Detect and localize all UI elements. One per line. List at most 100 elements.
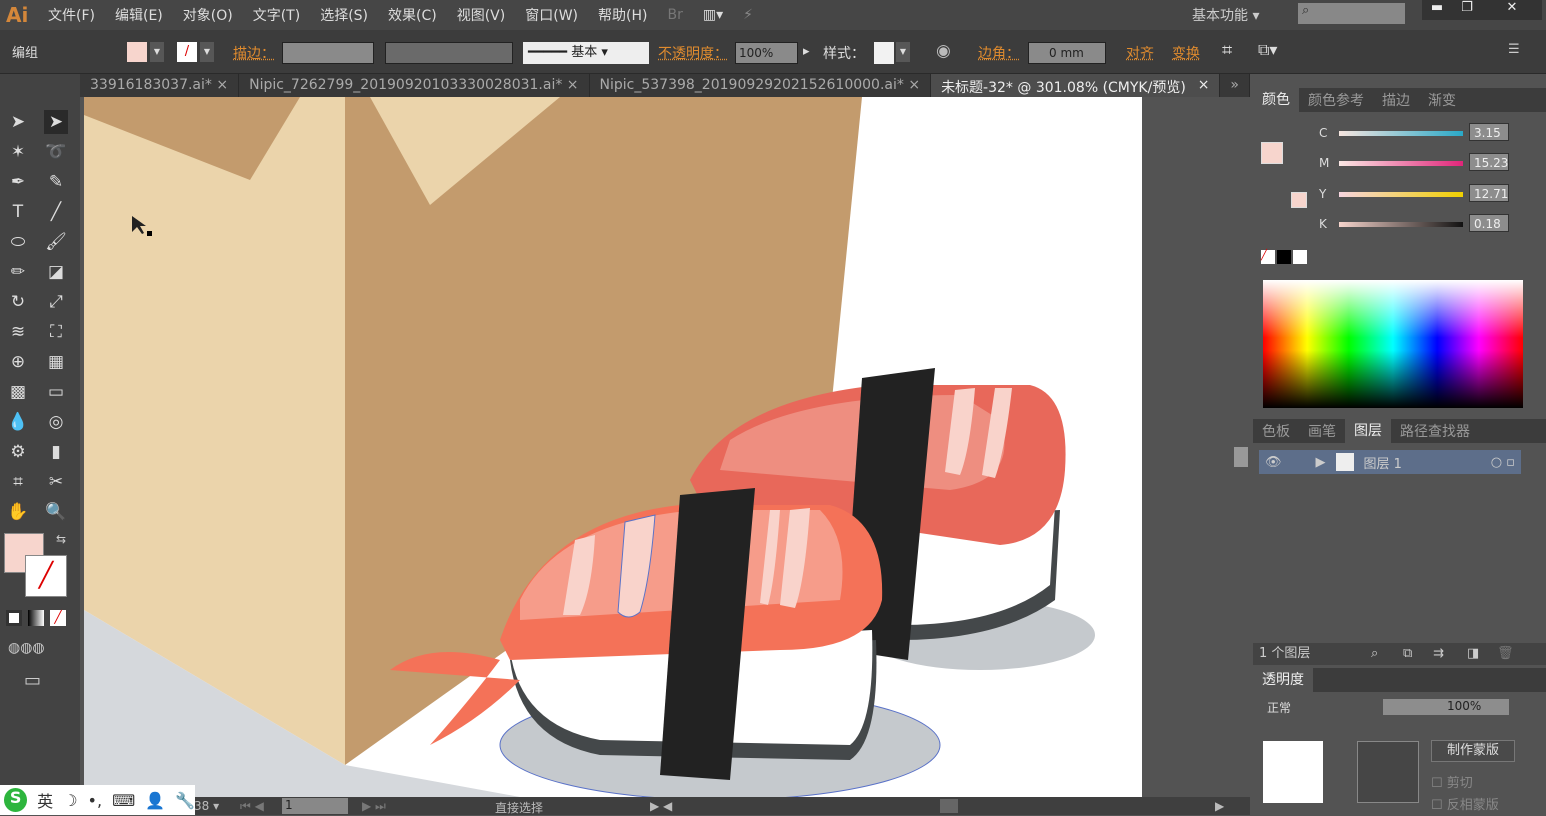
artboard-tool-icon[interactable]: ⌗ — [6, 470, 30, 494]
sogou-logo-icon[interactable]: S — [4, 788, 28, 812]
target-icon[interactable]: ○ ▫ — [1491, 455, 1515, 470]
black-swatch[interactable] — [1277, 250, 1291, 264]
zoom-tool-icon[interactable]: 🔍 — [44, 500, 68, 524]
scale-tool-icon[interactable]: ⤢ — [44, 290, 68, 314]
channel-c-slider[interactable] — [1339, 131, 1463, 136]
stroke-dropdown[interactable]: ▼ — [200, 42, 214, 62]
transparency-opacity-input[interactable]: 100% — [1383, 699, 1509, 715]
menu-file[interactable]: 文件(F) — [48, 5, 95, 25]
invert-mask-checkbox[interactable]: ☐ 反相蒙版 — [1431, 794, 1499, 813]
lasso-icon[interactable]: ➰ — [44, 140, 68, 164]
channel-k-slider[interactable] — [1339, 222, 1463, 227]
tab-layers[interactable]: 图层 — [1345, 419, 1391, 443]
tab-document[interactable]: Nipic_7262799_20190920103330028031.ai* × — [239, 74, 590, 97]
make-mask-button[interactable]: 制作蒙版 — [1431, 740, 1515, 762]
tab-document-active[interactable]: 未标题-32* @ 301.08% (CMYK/预览) × — [931, 74, 1221, 97]
none-swatch[interactable]: ╱ — [1261, 250, 1275, 264]
tab-swatches[interactable]: 色板 — [1253, 421, 1299, 441]
menu-help[interactable]: 帮助(H) — [598, 5, 647, 25]
slice-tool-icon[interactable]: ✂ — [44, 470, 68, 494]
align-link[interactable]: 对齐 — [1126, 43, 1154, 63]
none-mode-icon[interactable]: ╱ — [50, 610, 66, 626]
opacity-input[interactable]: 100% — [735, 42, 798, 64]
tab-gradient[interactable]: 渐变 — [1419, 90, 1465, 110]
menu-view[interactable]: 视图(V) — [457, 5, 506, 25]
restore-button[interactable]: ❐ — [1452, 0, 1482, 20]
wrench-icon[interactable]: 🔧 — [175, 791, 195, 810]
stroke-weight-input[interactable] — [282, 42, 374, 64]
expand-arrow-icon[interactable]: ▶ — [1316, 455, 1326, 470]
workspace-switcher[interactable]: 基本功能 ▾ — [1192, 5, 1259, 25]
stroke-color-swatch[interactable]: ╱ — [25, 555, 67, 597]
artboard-nav-prev-icon[interactable]: ⏮ ◀ — [240, 799, 264, 814]
layer-row[interactable]: 👁 ▶ 图层 1 ○ ▫ — [1259, 450, 1521, 474]
blend-mode-dropdown[interactable]: 正常 — [1267, 699, 1361, 715]
recolor-icon[interactable]: ◉ — [936, 41, 951, 61]
menu-select[interactable]: 选择(S) — [320, 5, 368, 25]
color-mode-icon[interactable] — [6, 610, 22, 626]
free-transform-icon[interactable]: ⛶ — [44, 320, 68, 344]
variable-width-dropdown[interactable] — [385, 42, 513, 64]
channel-m-value[interactable]: 15.23 — [1469, 153, 1509, 171]
artboard-number-input[interactable]: 1 — [282, 798, 348, 814]
user-icon[interactable]: 👤 — [145, 791, 165, 810]
menu-effect[interactable]: 效果(C) — [388, 5, 437, 25]
color-spectrum[interactable] — [1263, 280, 1523, 408]
ellipse-tool-icon[interactable]: ⬭ — [6, 230, 30, 254]
tabs-overflow-icon[interactable]: » — [1220, 74, 1250, 97]
tab-transparency[interactable]: 透明度 — [1253, 668, 1313, 692]
stroke-label[interactable]: 描边： — [233, 43, 275, 63]
moon-icon[interactable]: ☽ — [63, 791, 77, 810]
selection-tool-icon[interactable]: ➤ — [6, 110, 30, 134]
eraser-tool-icon[interactable]: ◪ — [44, 260, 68, 284]
transform-link[interactable]: 变换 — [1172, 43, 1200, 63]
bridge-icon[interactable]: Br — [667, 7, 682, 23]
scroll-right-arrow[interactable]: ▶ — [1215, 799, 1224, 813]
artboard-nav-next-icon[interactable]: ▶ ⏭ — [362, 799, 386, 814]
punctuation-icon[interactable]: •, — [88, 791, 103, 810]
horizontal-scrollbar-thumb[interactable] — [940, 799, 958, 813]
mesh-tool-icon[interactable]: ▩ — [6, 380, 30, 404]
vertical-scrollbar-thumb[interactable] — [1234, 447, 1248, 467]
blend-tool-icon[interactable]: ◎ — [44, 410, 68, 434]
new-sublayer-icon[interactable]: ⇉ — [1433, 643, 1444, 665]
clipping-mask-icon[interactable]: ⧉ — [1403, 643, 1412, 665]
eyedropper-icon[interactable]: 💧 — [6, 410, 30, 434]
out-of-gamut-swatch[interactable] — [1291, 192, 1307, 208]
channel-c-value[interactable]: 3.15 — [1469, 123, 1509, 141]
column-graph-icon[interactable]: ▮ — [44, 440, 68, 464]
channel-y-value[interactable]: 12.71 — [1469, 184, 1509, 202]
draw-mode-icon[interactable]: ◍◍◍ — [8, 640, 45, 656]
magic-wand-icon[interactable]: ✶ — [6, 140, 30, 164]
direct-selection-tool-icon[interactable]: ➤ — [44, 110, 68, 134]
gradient-tool-icon[interactable]: ▭ — [44, 380, 68, 404]
style-dropdown[interactable]: ▼ — [896, 42, 910, 62]
corner-input[interactable]: 0 mm — [1028, 42, 1106, 64]
tab-document[interactable]: 33916183037.ai* × — [80, 74, 240, 97]
pencil-tool-icon[interactable]: ✏ — [6, 260, 30, 284]
arrange-documents-icon[interactable]: ▥▾ — [703, 7, 723, 23]
width-tool-icon[interactable]: ≋ — [6, 320, 30, 344]
tab-stroke[interactable]: 描边 — [1373, 90, 1419, 110]
pen-tool-icon[interactable]: ✒ — [6, 170, 30, 194]
menu-type[interactable]: 文字(T) — [253, 5, 300, 25]
shape-builder-icon[interactable]: ⊕ — [6, 350, 30, 374]
status-menu-arrow[interactable]: ▶ ◀ — [650, 799, 672, 813]
opacity-arrow[interactable]: ▸ — [803, 44, 810, 59]
tab-document[interactable]: Nipic_537398_20190929202152610000.ai* × — [590, 74, 932, 97]
stroke-none-swatch[interactable]: / — [177, 42, 197, 62]
symbol-sprayer-icon[interactable]: ⚙ — [6, 440, 30, 464]
hand-tool-icon[interactable]: ✋ — [6, 500, 30, 524]
line-tool-icon[interactable]: ╱ — [44, 200, 68, 224]
ime-language[interactable]: 英 — [37, 788, 53, 812]
panel-fill-swatch[interactable] — [1261, 142, 1283, 164]
white-swatch[interactable] — [1293, 250, 1307, 264]
menu-window[interactable]: 窗口(W) — [525, 5, 578, 25]
isolate-icon[interactable]: ⌗ — [1222, 40, 1232, 61]
brush-tool-icon[interactable]: 🖌 — [44, 230, 68, 254]
opacity-label[interactable]: 不透明度： — [658, 43, 728, 63]
panel-menu-icon[interactable]: ☰ — [1508, 42, 1520, 57]
visibility-eye-icon[interactable]: 👁 — [1265, 455, 1282, 470]
menu-object[interactable]: 对象(O) — [183, 5, 233, 25]
fill-dropdown[interactable]: ▼ — [150, 42, 164, 62]
